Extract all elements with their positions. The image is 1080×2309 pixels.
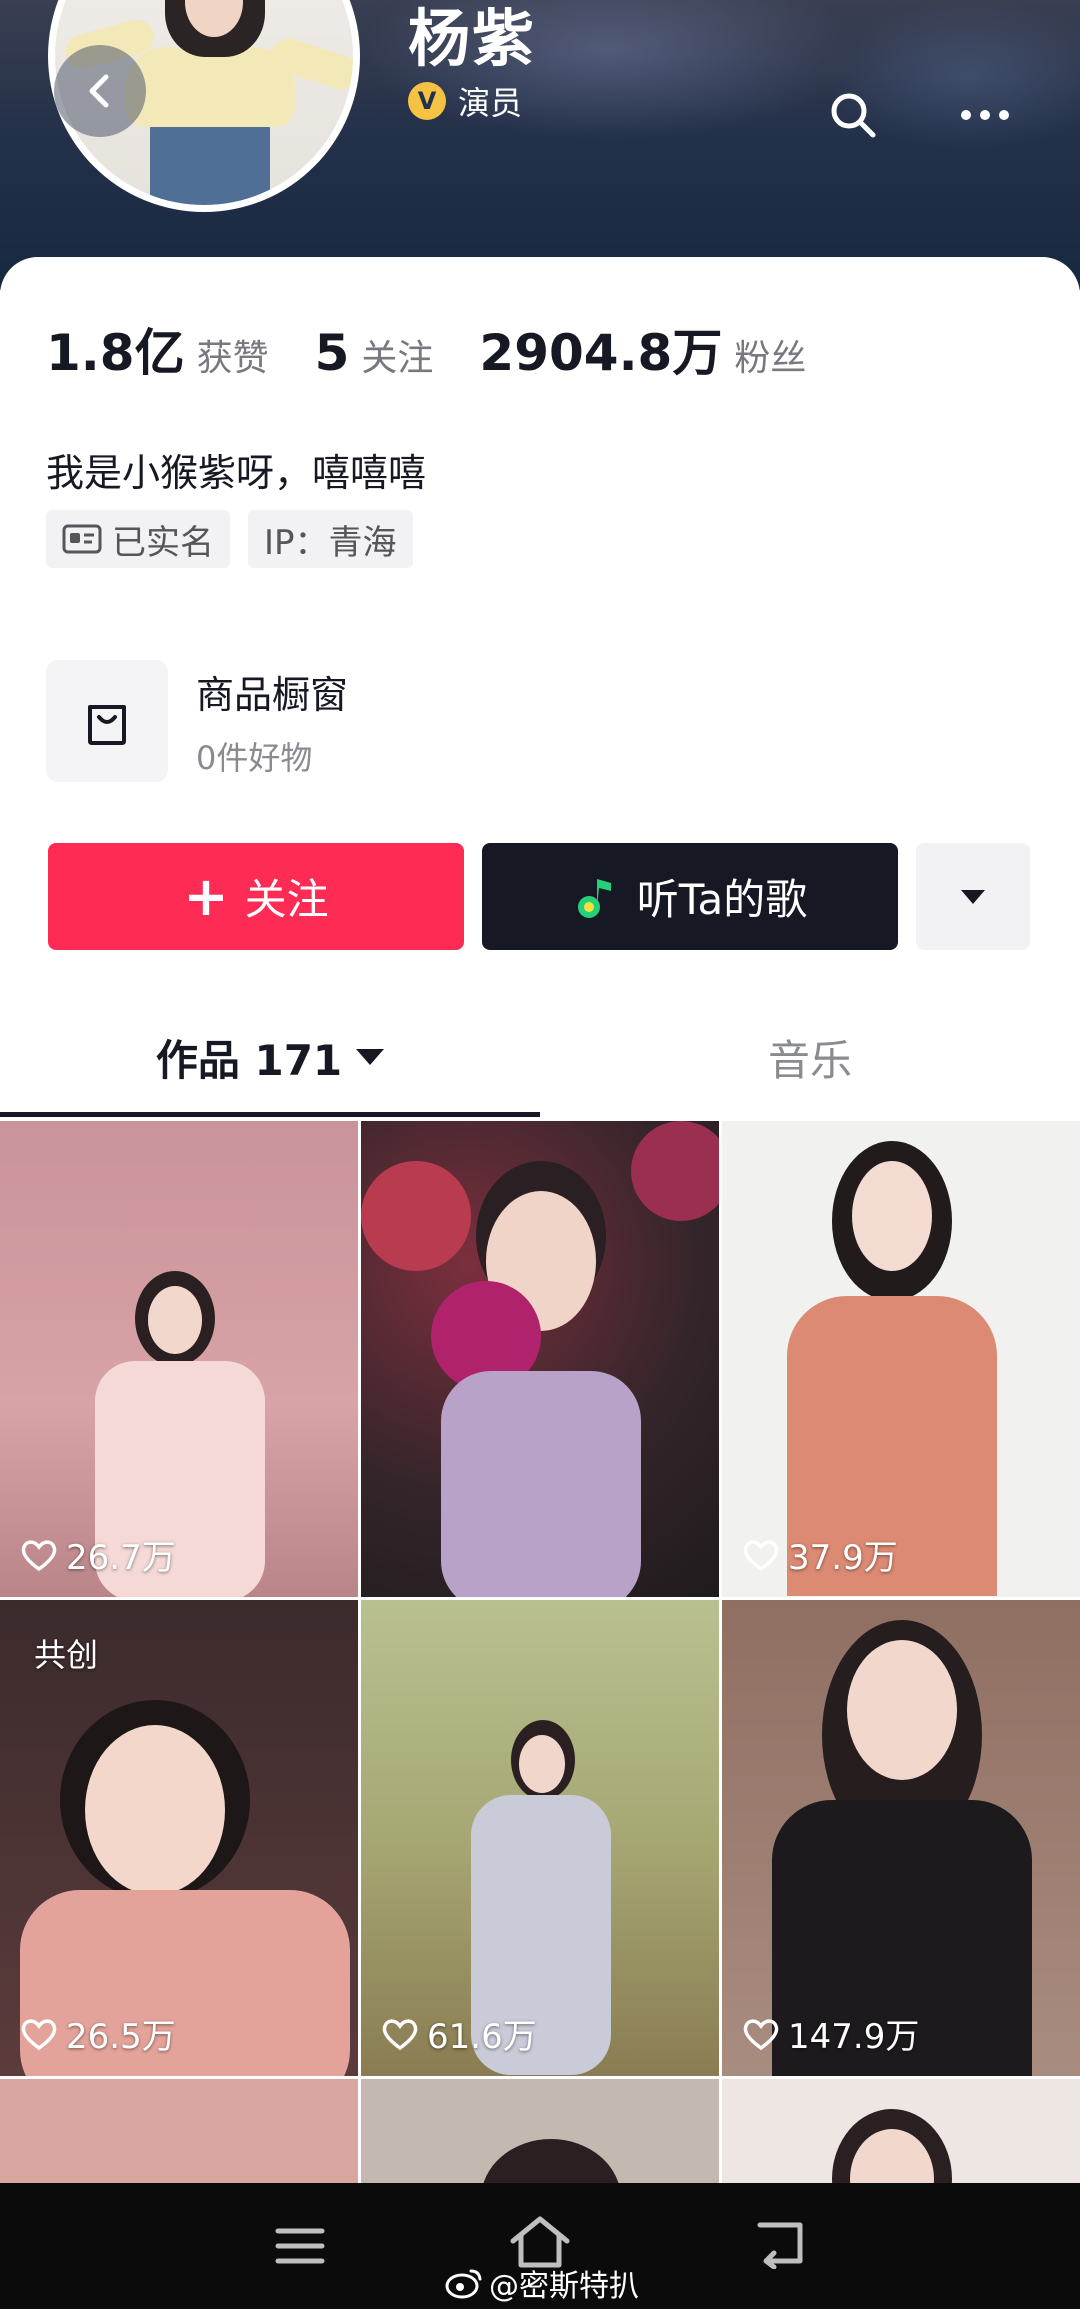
like-count-value: 147.9万 — [788, 2017, 920, 2057]
action-buttons: + 关注 听Ta的歌 — [48, 843, 1030, 950]
like-count-value: 61.6万 — [427, 2017, 537, 2057]
chevron-left-icon — [89, 74, 109, 108]
profile-sheet: 1.8亿 获赞 5 关注 2904.8万 粉丝 我是小猴紫呀，嘻嘻嘻 已实名 I… — [0, 257, 1080, 2309]
more-dot-icon — [980, 110, 990, 120]
profile-name: 杨紫 — [408, 2, 537, 75]
weibo-logo-icon — [445, 2269, 482, 2299]
music-note-icon — [577, 878, 611, 918]
real-name-label: 已实名 — [112, 522, 214, 563]
caret-down-icon — [961, 889, 985, 904]
like-count-value: 26.5万 — [66, 2017, 176, 2057]
shop-window-entry[interactable]: 商品橱窗 0件好物 — [46, 660, 348, 782]
search-icon — [831, 93, 876, 138]
profile-tags: 已实名 IP：青海 — [46, 510, 413, 568]
ip-label: IP：青海 — [264, 522, 397, 563]
content-tabs: 作品 171 音乐 — [0, 997, 1080, 1117]
back-icon[interactable] — [752, 2217, 808, 2269]
back-button[interactable] — [54, 45, 146, 137]
like-count-value: 26.7万 — [66, 1538, 176, 1578]
follow-label: 关注 — [244, 875, 329, 924]
video-thumbnail[interactable] — [361, 1121, 719, 1597]
stat-likes[interactable]: 1.8亿 获赞 — [46, 313, 269, 385]
tab-music-label: 音乐 — [767, 1035, 852, 1085]
video-thumbnail[interactable] — [361, 2079, 719, 2189]
watermark: @密斯特扒 — [445, 2261, 639, 2305]
video-thumbnail[interactable]: 26.7万 — [0, 1121, 358, 1597]
video-thumbnail[interactable]: 共创 26.5万 — [0, 1600, 358, 2076]
search-button[interactable] — [818, 80, 888, 150]
id-card-icon — [62, 524, 102, 554]
bio-text: 我是小猴紫呀，嘻嘻嘻 — [46, 451, 427, 495]
shop-icon-box — [46, 660, 168, 782]
heart-icon — [21, 1539, 57, 1571]
video-thumbnail[interactable] — [722, 2079, 1080, 2189]
like-count-value: 37.9万 — [788, 1538, 898, 1578]
video-thumbnail[interactable] — [0, 2079, 358, 2189]
like-count: 26.5万 — [20, 2009, 176, 2058]
real-name-tag: 已实名 — [46, 510, 230, 568]
watermark-text: @密斯特扒 — [489, 2269, 639, 2304]
caret-down-icon — [356, 1049, 385, 1065]
heart-icon — [382, 2018, 418, 2050]
tab-works[interactable]: 作品 171 — [0, 997, 540, 1117]
profile-header-background: 杨紫 V 演员 — [0, 0, 1080, 290]
more-options-button[interactable] — [916, 843, 1030, 950]
verified-icon: V — [408, 82, 446, 120]
heart-icon — [743, 1539, 779, 1571]
shop-subtitle: 0件好物 — [196, 738, 313, 777]
stat-label: 获赞 — [196, 338, 269, 379]
tab-works-label: 作品 171 — [155, 1035, 343, 1085]
tab-music[interactable]: 音乐 — [540, 997, 1080, 1117]
recent-apps-icon[interactable] — [270, 2221, 330, 2271]
tab-active-indicator — [0, 1112, 540, 1117]
like-count: 61.6万 — [381, 2009, 537, 2058]
verified-label: 演员 — [458, 84, 523, 122]
co-create-badge: 共创 — [34, 1636, 99, 1674]
more-dot-icon — [999, 110, 1009, 120]
like-count: 37.9万 — [742, 1530, 898, 1579]
video-thumbnail[interactable]: 61.6万 — [361, 1600, 719, 2076]
follow-button[interactable]: + 关注 — [48, 843, 464, 950]
more-dot-icon — [961, 110, 971, 120]
stat-value: 5 — [314, 324, 350, 382]
stats-row: 1.8亿 获赞 5 关注 2904.8万 粉丝 — [46, 313, 852, 385]
shopping-bag-icon — [88, 705, 126, 745]
shop-title: 商品橱窗 — [196, 672, 349, 717]
like-count: 26.7万 — [20, 1530, 176, 1579]
listen-songs-label: 听Ta的歌 — [636, 875, 808, 924]
video-thumbnail[interactable]: 147.9万 — [722, 1600, 1080, 2076]
heart-icon — [743, 2018, 779, 2050]
system-navigation-bar: @密斯特扒 — [0, 2183, 1080, 2309]
plus-icon: + — [183, 864, 229, 928]
verified-row: V 演员 — [408, 78, 522, 124]
like-count: 147.9万 — [742, 2009, 919, 2058]
video-thumbnail[interactable]: 37.9万 — [722, 1121, 1080, 1597]
ip-tag: IP：青海 — [248, 510, 413, 568]
more-button[interactable] — [950, 80, 1020, 150]
stat-label: 粉丝 — [734, 338, 807, 379]
heart-icon — [21, 2018, 57, 2050]
stat-value: 2904.8万 — [479, 324, 723, 382]
stat-followers[interactable]: 2904.8万 粉丝 — [479, 313, 806, 385]
stat-value: 1.8亿 — [46, 324, 185, 382]
listen-songs-button[interactable]: 听Ta的歌 — [482, 843, 898, 950]
stat-following[interactable]: 5 关注 — [315, 324, 434, 382]
stat-label: 关注 — [361, 338, 434, 379]
